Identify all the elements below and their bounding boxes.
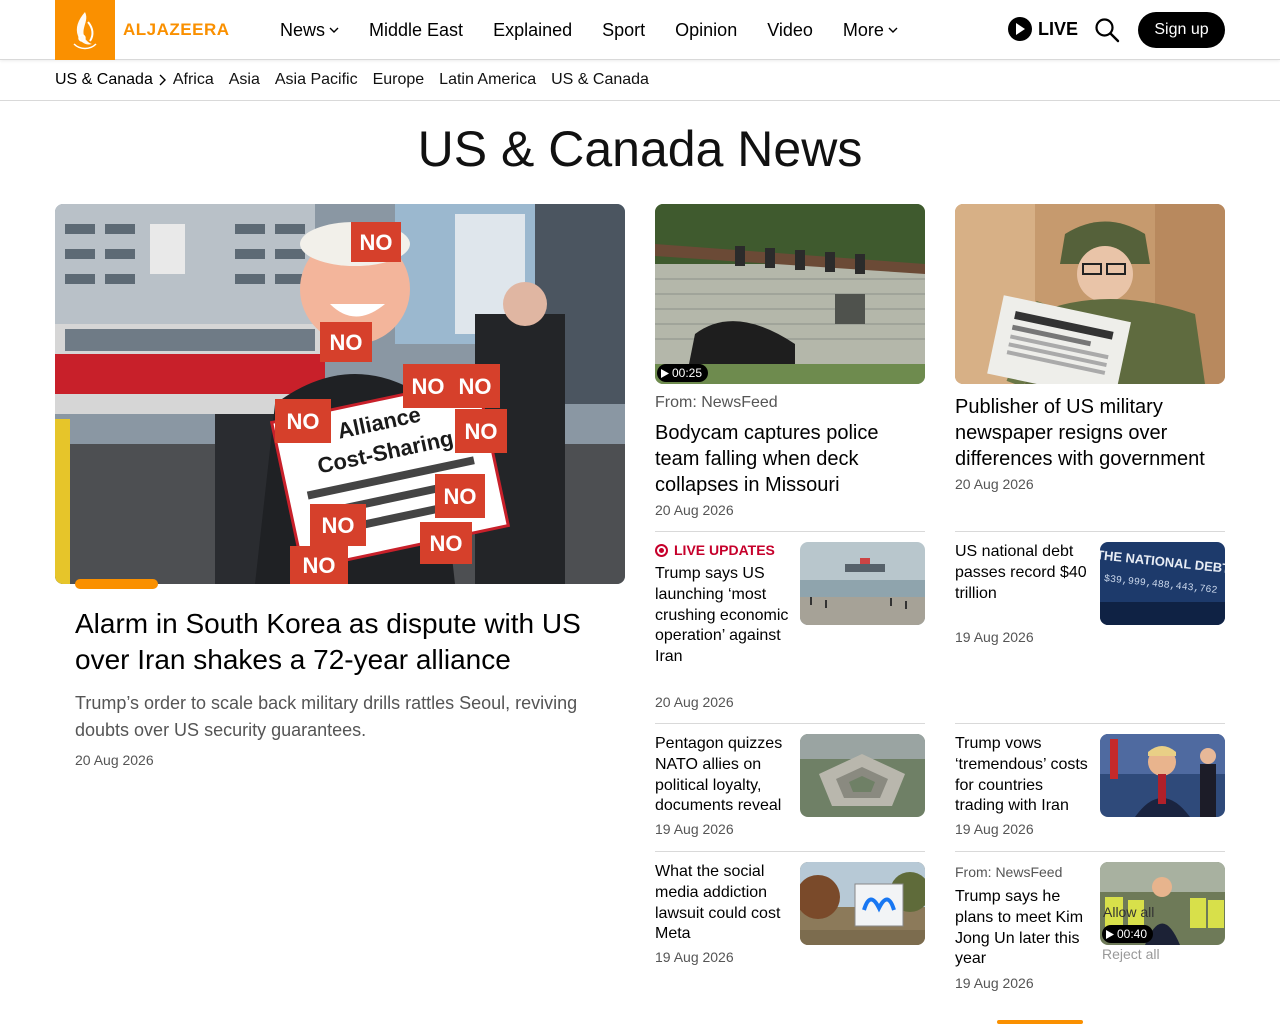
no-sign: NO [412,374,445,399]
national-debt-image[interactable]: THE NATIONAL DEBT $39,999,488,443,762 [1100,542,1225,625]
live-updates-label: LIVE UPDATES [674,542,775,558]
military-newspaper-date: 20 Aug 2026 [955,476,1034,492]
divider [655,851,925,852]
chevron-right-icon [159,74,166,86]
divider [955,851,1225,852]
no-sign: NO [465,419,498,444]
meta-lawsuit-image[interactable] [800,862,925,945]
trump-tremendous-costs-date: 19 Aug 2026 [955,821,1034,837]
play-icon [1106,929,1114,939]
no-sign: NO [303,553,336,578]
duration-label: 00:25 [672,366,703,380]
live-button[interactable]: LIVE [1008,17,1078,41]
meta-lawsuit-date: 19 Aug 2026 [655,949,734,965]
live-updates-tag: LIVE UPDATES [655,542,775,558]
divider [655,531,925,532]
subnav-asia-pacific[interactable]: Asia Pacific [275,71,358,89]
sign-up-button[interactable]: Sign up [1138,12,1225,48]
bodycam-date: 20 Aug 2026 [655,502,734,518]
military-newspaper-headline[interactable]: Publisher of US military newspaper resig… [955,394,1220,472]
nav-opinion[interactable]: Opinion [675,20,737,41]
national-debt-date: 19 Aug 2026 [955,629,1034,645]
subnav-asia[interactable]: Asia [229,71,260,89]
play-icon [1008,17,1032,41]
no-sign: NO [459,374,492,399]
play-icon [661,368,669,378]
nav-video[interactable]: Video [767,20,813,41]
breadcrumb-label: US & Canada [55,71,153,88]
duration-label: 00:40 [1117,927,1148,941]
page-title: US & Canada News [417,121,863,177]
national-debt-headline[interactable]: US national debt passes record $40 trill… [955,542,1090,604]
divider [955,531,1225,532]
nav-explained-label: Explained [493,19,573,40]
trump-tremendous-costs-headline[interactable]: Trump vows ‘tremendous’ costs for countr… [955,734,1090,817]
lead-story-title[interactable]: Alarm in South Korea as dispute with US … [75,606,605,678]
subnav-europe[interactable]: Europe [373,71,425,89]
iran-economic-operation-headline[interactable]: Trump says US launching ‘most crushing e… [655,564,790,668]
allow-all-button[interactable]: Allow all [1103,904,1154,920]
nav-middle-east-label: Middle East [369,19,464,40]
nav-more[interactable]: More [843,20,898,41]
top-navigation-bar: ALJAZEERA News Middle East Explained Spo… [0,0,1280,60]
nav-news[interactable]: News [280,20,339,41]
breadcrumb[interactable]: US & Canada [55,71,169,89]
live-indicator-icon [655,543,668,557]
military-newspaper-image[interactable] [955,204,1225,384]
nav-sport-label: Sport [602,19,646,40]
region-subnav: US & Canada Africa Asia Asia Pacific Eur… [0,60,1280,101]
divider [655,723,925,724]
reject-all-button[interactable]: Reject all [1102,946,1160,962]
pentagon-headline[interactable]: Pentagon quizzes NATO allies on politica… [655,734,790,817]
nav-opinion-label: Opinion [675,19,738,40]
live-label: LIVE [1038,18,1079,39]
aljazeera-logo[interactable]: ALJAZEERA [55,0,230,60]
subnav-latin-america[interactable]: Latin America [439,71,536,89]
logo-emblem-icon [55,0,115,60]
no-sign: NO [360,230,393,255]
bodycam-headline[interactable]: Bodycam captures police team falling whe… [655,420,915,498]
kim-meeting-date: 19 Aug 2026 [955,975,1034,991]
nav-sport[interactable]: Sport [602,20,645,41]
subnav-us-canada[interactable]: US & Canada [551,71,649,89]
kim-meeting-headline[interactable]: Trump says he plans to meet Kim Jong Un … [955,887,1090,970]
kim-meeting-source: From: NewsFeed [955,864,1063,880]
iran-economic-operation-date: 20 Aug 2026 [655,694,734,710]
nav-explained[interactable]: Explained [493,20,572,41]
logo-wordmark: ALJAZEERA [123,20,230,39]
lead-story-summary: Trump’s order to scale back military dri… [75,693,578,740]
iran-economic-operation-image[interactable] [800,542,925,625]
trump-tremendous-costs-image[interactable] [1100,734,1225,817]
accent-bar [997,1020,1083,1024]
nav-video-label: Video [767,19,813,40]
no-sign: NO [287,409,320,434]
no-sign: NO [330,330,363,355]
nav-middle-east[interactable]: Middle East [369,20,463,41]
no-sign: NO [444,484,477,509]
meta-lawsuit-headline[interactable]: What the social media addiction lawsuit … [655,862,790,945]
lead-story-date: 20 Aug 2026 [75,752,154,768]
lead-story-image[interactable]: Alliance Cost-Sharing NO NO NO NO NO NO … [55,204,625,584]
main-nav: News Middle East Explained Sport Opinion… [280,0,928,60]
chevron-down-icon [329,27,339,33]
search-icon[interactable] [1094,17,1120,48]
nav-more-label: More [842,19,884,40]
video-duration-badge: 00:40 [1102,925,1154,943]
no-sign: NO [322,513,355,538]
divider [955,723,1225,724]
subnav-africa[interactable]: Africa [173,71,214,89]
bodycam-story-image[interactable]: 00:25 [655,204,925,384]
nav-news-label: News [280,19,326,40]
lead-accent-bar [75,579,158,589]
video-duration-badge: 00:25 [657,364,709,382]
pentagon-image[interactable] [800,734,925,817]
chevron-down-icon [888,27,898,33]
bodycam-source: From: NewsFeed [655,394,778,411]
no-sign: NO [430,531,463,556]
pentagon-date: 19 Aug 2026 [655,821,734,837]
